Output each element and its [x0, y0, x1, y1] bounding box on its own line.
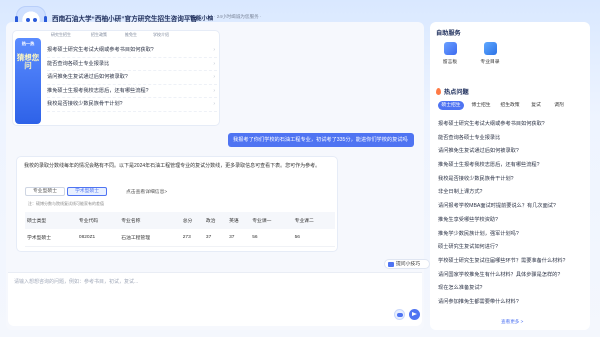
question-text: 能否查询各硕士专业报录比 [47, 60, 110, 67]
chat-bubble-icon [397, 313, 403, 317]
right-panel: 自助服务 留言板 专业目录 热点问题 硕士招生 博士招生 招生政策 复试 调剂 … [430, 22, 590, 330]
segment-professional-master[interactable]: 专业型硕士 [25, 187, 65, 196]
chevron-right-icon: › [213, 74, 215, 81]
table-row: 学术型硕士 0820Z1 石油工程管理 273 37 37 56 56 [25, 229, 335, 247]
welcome-tab[interactable]: 研究生招生 [51, 32, 71, 38]
answer-note: 注：硕博分数与院线复试线可能家有的差值 [28, 201, 104, 206]
flame-icon [436, 88, 441, 95]
hot-question[interactable]: 推免学少数民族计划，强军计划吗? [438, 228, 588, 242]
column-header: 专业代码 [76, 212, 120, 229]
user-message-bubble: 我报考了你们学校的石油工程专业，初试考了335分，能进你们学校的复试吗 [228, 133, 414, 147]
chevron-right-icon: › [213, 47, 215, 53]
column-header: 政治 [203, 212, 228, 229]
guess-banner: 热一热 猜想您问 [15, 38, 41, 124]
suggested-question-list: 报考硕士研究生考试大纲或参考书目如何获取? › 能否查询各硕士专业报录比 › 请问推… [47, 44, 217, 112]
tips-label: 提问小技巧 [396, 262, 420, 267]
question-text: 请问推免生复试通过后如何被录取? [47, 74, 128, 81]
send-button[interactable] [409, 309, 420, 320]
column-header: 英语 [227, 212, 251, 229]
hot-question[interactable]: 推免硕士生报考我校志愿后，还有哪些流程? [438, 159, 588, 173]
suggested-question[interactable]: 请问推免生复试通过后如何被录取? › [47, 71, 217, 85]
service-label: 留言板 [442, 60, 458, 65]
question-tips-button[interactable]: 提问小技巧 [384, 259, 430, 269]
table-cell: 56 [292, 229, 335, 247]
table-cell: 0820Z1 [76, 229, 120, 247]
chevron-right-icon: › [213, 101, 215, 108]
hot-question[interactable]: 请问推免生复试通过后如何被录取? [438, 145, 588, 159]
table-cell: 石油工程管理 [119, 229, 181, 247]
view-details-link[interactable]: 点击查看详细信息> [126, 188, 167, 195]
answer-card: 我校的录取分数线每年的情况会略有不同。以下是2024年石油工程管理专业的复试分数… [16, 156, 338, 252]
column-header: 硕士类型 [25, 212, 77, 229]
column-header: 专业课一 [250, 212, 293, 229]
brand-subtitle: · 24小时竭诚为您服务 · [214, 14, 262, 19]
hot-question[interactable]: 能否查询各硕士专业报录比 [438, 132, 588, 146]
welcome-tab[interactable]: 推免生 [125, 32, 137, 38]
catalog-button[interactable]: 专业目录 [470, 42, 510, 65]
welcome-tab[interactable]: 招生政策 [91, 32, 107, 38]
banner-vertical-text: 猜想您问 [16, 53, 40, 71]
hot-question[interactable]: 硕士研究生复试如何进行? [438, 241, 588, 255]
table-cell: 学术型硕士 [25, 229, 77, 247]
hot-question[interactable]: 我校是否接收少数民族骨干计划? [438, 173, 588, 187]
question-text: 我校是否接收少数民族骨干计划? [47, 101, 123, 108]
table-header-row: 硕士类型 专业代码 专业名称 总分 政治 英语 专业课一 专业课二 [25, 212, 335, 229]
question-text: 推免硕士生报考我校志愿后，还有哪些流程? [47, 87, 149, 94]
welcome-card: 研究生招生 招生政策 推免生 学校介绍 热一热 猜想您问 报考硕士研究生考试大纲… [12, 30, 220, 126]
column-header: 总分 [180, 212, 204, 229]
banner-label: 热一热 [21, 41, 35, 46]
service-label: 专业目录 [480, 60, 500, 65]
welcome-tab[interactable]: 学校介绍 [153, 32, 169, 38]
suggested-question[interactable]: 我校是否接收少数民族骨干计划? › [47, 98, 217, 112]
score-table: 硕士类型 专业代码 专业名称 总分 政治 英语 专业课一 专业课二 学术型硕士 … [25, 212, 335, 247]
table-cell: 273 [180, 229, 204, 247]
chevron-right-icon: › [213, 87, 215, 94]
chip-retest[interactable]: 复试 [527, 101, 545, 110]
table-cell: 37 [227, 229, 251, 247]
view-more-link[interactable]: 查看更多 > [501, 319, 523, 325]
chip-master[interactable]: 硕士招生 [438, 101, 464, 110]
message-board-button[interactable]: 留言板 [430, 42, 470, 65]
suggested-question[interactable]: 报考硕士研究生考试大纲或参考书目如何获取? › [47, 44, 217, 58]
table-cell: 56 [250, 229, 293, 247]
chat-bubble-button[interactable] [394, 309, 405, 320]
self-service-title: 自助服务 [436, 30, 461, 37]
hot-question[interactable]: 非全日制上课方式? [438, 186, 588, 200]
segment-academic-master[interactable]: 学术型硕士 [67, 187, 107, 196]
chip-transfer[interactable]: 调剂 [550, 101, 568, 110]
column-header: 专业名称 [119, 212, 181, 229]
column-header: 专业课二 [292, 212, 335, 229]
suggested-question[interactable]: 能否查询各硕士专业报录比 › [47, 58, 217, 72]
hot-question[interactable]: 学校硕士研究生复试往届哪些环节？需要准备什么材料? [438, 255, 588, 269]
hot-question[interactable]: 现在怎么准备复试? [438, 282, 588, 296]
chip-doctor[interactable]: 博士招生 [468, 101, 494, 110]
catalog-icon [483, 42, 497, 55]
brand-tag: 智能小柚 [190, 16, 214, 22]
answer-paragraph: 我校的录取分数线每年的情况会略有不同。以下是2024年石油工程管理专业的复试分数… [24, 163, 321, 169]
hot-question[interactable]: 请问报考学校MBA面试时提前要说么？有几次面试? [438, 200, 588, 214]
chip-policy[interactable]: 招生政策 [497, 101, 523, 110]
hot-question-list: 报考硕士研究生考试大纲或参考书目如何获取? 能否查询各硕士专业报录比 请问推免生… [438, 118, 588, 310]
hot-question[interactable]: 请问国家学校推免生有什么材料？具体步骤是怎样的? [438, 269, 588, 283]
send-arrow-icon [412, 312, 417, 316]
hot-questions-title: 热点问题 [444, 89, 469, 96]
table-cell: 37 [203, 229, 228, 247]
hot-question[interactable]: 推免生享受哪些学校资助? [438, 214, 588, 228]
hot-question[interactable]: 请问参加推免生都需要带什么材料? [438, 296, 588, 310]
chevron-right-icon: › [213, 60, 215, 67]
welcome-tabs: 研究生招生 招生政策 推免生 学校介绍 [13, 31, 221, 39]
message-board-icon [443, 42, 457, 55]
tips-icon [388, 262, 394, 267]
suggested-question[interactable]: 推免硕士生报考我校志愿后，还有哪些流程? › [47, 85, 217, 99]
hot-question[interactable]: 报考硕士研究生考试大纲或参考书目如何获取? [438, 118, 588, 132]
input-area [8, 272, 422, 326]
question-text: 报考硕士研究生考试大纲或参考书目如何获取? [47, 47, 154, 53]
question-input[interactable] [14, 277, 354, 287]
